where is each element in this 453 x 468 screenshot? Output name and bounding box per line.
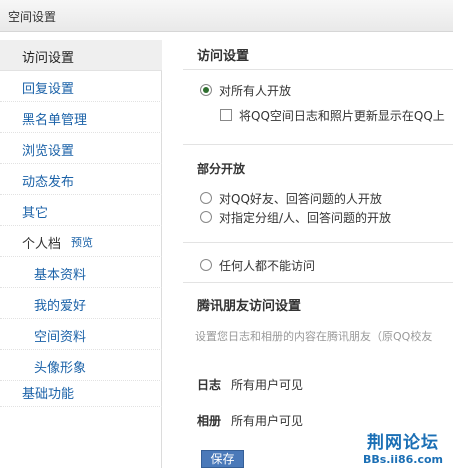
sidebar-item-label: 个人档: [22, 237, 62, 252]
divider: [183, 69, 453, 70]
sidebar-item-label: 基础功能: [22, 387, 75, 402]
divider: [183, 144, 453, 145]
save-button[interactable]: 保存: [201, 450, 244, 468]
radio-no-access-label: 任何人都不能访问: [219, 259, 316, 273]
sidebar-item-label: 头像形象: [34, 361, 87, 376]
sidebar-item-label: 黑名单管理: [22, 113, 88, 128]
radio-open-all-label: 对所有人开放: [219, 84, 292, 98]
sidebar-item-browse-settings[interactable]: 浏览设置: [0, 133, 162, 164]
sidebar-item-profile: 个人档 预览: [0, 226, 162, 257]
divider: [183, 242, 453, 243]
divider: [183, 282, 453, 283]
tencent-friends-description: 设置您日志和相册的内容在腾讯朋友（原QQ校友: [195, 330, 433, 343]
checkbox-show-in-qq-label: 将QQ空间日志和照片更新显示在QQ上: [239, 109, 445, 123]
sidebar-item-label: 回复设置: [22, 82, 75, 97]
sidebar-item-reply-settings[interactable]: 回复设置: [0, 71, 162, 102]
sidebar-item-blacklist[interactable]: 黑名单管理: [0, 102, 162, 133]
watermark-logo: 荆网论坛 BBs.ii86.com: [363, 428, 443, 466]
sidebar-item-label: 浏览设置: [22, 144, 75, 159]
watermark-text: 荆网论坛: [366, 433, 439, 453]
sidebar-item-label: 其它: [22, 206, 49, 221]
checkbox-show-in-qq[interactable]: [220, 109, 232, 121]
access-settings-title: 访问设置: [197, 49, 250, 64]
sidebar-item-other[interactable]: 其它: [0, 195, 162, 226]
partial-open-title: 部分开放: [197, 162, 246, 176]
album-permission-label: 相册: [197, 414, 222, 428]
sidebar-item-access-settings[interactable]: 访问设置: [0, 40, 162, 71]
sidebar-item-hobbies[interactable]: 我的爱好: [0, 288, 162, 319]
window-titlebar: 空间设置: [0, 0, 453, 32]
sidebar-item-space-info[interactable]: 空间资料: [0, 319, 162, 350]
sidebar-item-label: 我的爱好: [34, 299, 87, 314]
radio-open-all[interactable]: [200, 84, 212, 96]
sidebar-item-feed-publish[interactable]: 动态发布: [0, 164, 162, 195]
sidebar-item-label: 空间资料: [34, 330, 87, 345]
blog-permission-value[interactable]: 所有用户可见: [231, 376, 303, 393]
sidebar-item-label: 动态发布: [22, 175, 75, 190]
watermark-url: BBs.ii86.com: [362, 453, 443, 466]
radio-groups-label: 对指定分组/人、回答问题的开放: [219, 211, 392, 225]
album-permission-value[interactable]: 所有用户可见: [231, 412, 303, 429]
tencent-friends-title: 腾讯朋友访问设置: [197, 299, 302, 314]
radio-friends[interactable]: [200, 192, 212, 204]
blog-permission-label: 日志: [197, 378, 222, 392]
profile-preview-link[interactable]: 预览: [71, 234, 93, 250]
radio-friends-label: 对QQ好友、回答问题的人开放: [219, 192, 382, 206]
window-title: 空间设置: [8, 10, 57, 24]
sidebar-item-basic-info[interactable]: 基本资料: [0, 257, 162, 288]
sidebar-item-label: 基本资料: [34, 268, 87, 283]
sidebar-item-basic-functions[interactable]: 基础功能: [0, 376, 162, 407]
radio-no-access[interactable]: [200, 259, 212, 271]
sidebar: 访问设置 回复设置 黑名单管理 浏览设置 动态发布 其它 个人档 预览 基本资料…: [0, 40, 162, 468]
radio-groups[interactable]: [200, 211, 212, 223]
sidebar-item-label: 访问设置: [22, 51, 75, 66]
settings-panel: 访问设置 对所有人开放 将QQ空间日志和照片更新显示在QQ上 部分开放 对QQ好…: [163, 40, 453, 468]
